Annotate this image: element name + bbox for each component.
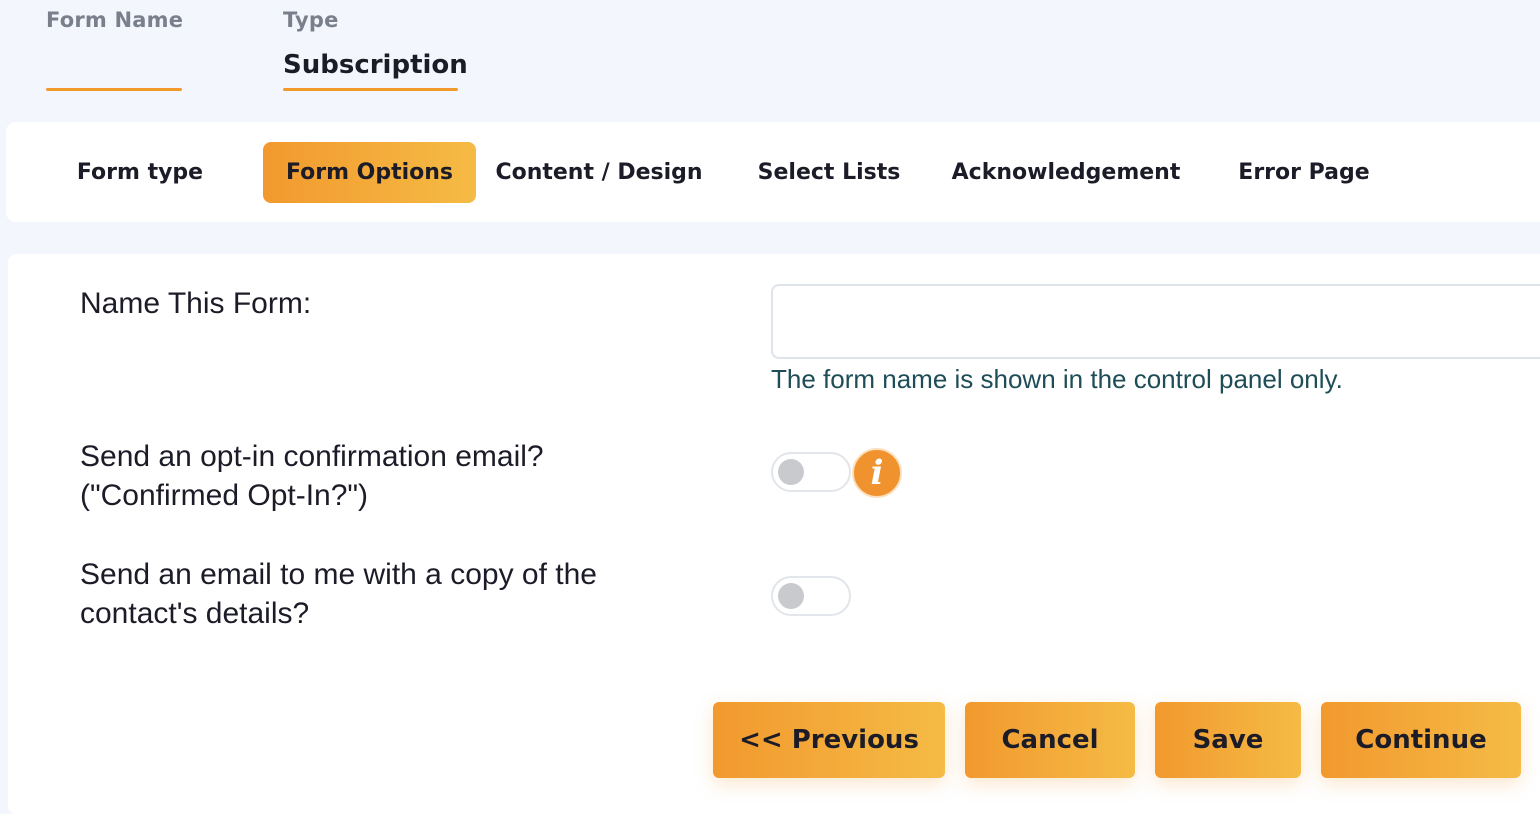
- tab-acknowledgement[interactable]: Acknowledgement: [946, 142, 1186, 203]
- form-header: Form Name Type Subscription: [0, 0, 1540, 110]
- form-options-panel: Name This Form: The form name is shown i…: [8, 254, 1540, 814]
- optin-label: Send an opt-in confirmation email? ("Con…: [80, 437, 544, 515]
- info-icon[interactable]: i: [852, 448, 902, 498]
- continue-button[interactable]: Continue: [1321, 702, 1521, 778]
- type-value: Subscription: [283, 50, 468, 80]
- copy-label: Send an email to me with a copy of the c…: [80, 555, 597, 633]
- tab-content-design[interactable]: Content / Design: [486, 142, 712, 203]
- form-name-field[interactable]: Form Name: [46, 8, 184, 91]
- cancel-button[interactable]: Cancel: [965, 702, 1135, 778]
- optin-label-line1: Send an opt-in confirmation email?: [80, 440, 544, 473]
- form-name-label: Form Name: [46, 8, 184, 32]
- optin-label-line2: ("Confirmed Opt-In?"): [80, 479, 369, 512]
- name-form-label: Name This Form:: [80, 287, 312, 320]
- copy-label-line1: Send an email to me with a copy of the: [80, 558, 597, 591]
- tab-error-page[interactable]: Error Page: [1228, 142, 1380, 203]
- optin-toggle[interactable]: [771, 452, 851, 492]
- type-label: Type: [283, 8, 339, 32]
- previous-button[interactable]: << Previous: [713, 702, 945, 778]
- wizard-tabs: Form type Form Options Content / Design …: [6, 122, 1540, 222]
- optin-toggle-knob: [778, 459, 804, 485]
- form-name-underline: [46, 88, 182, 91]
- copy-toggle-knob: [778, 583, 804, 609]
- copy-label-line2: contact's details?: [80, 597, 310, 630]
- form-name-input[interactable]: [771, 284, 1540, 359]
- form-name-hint: The form name is shown in the control pa…: [771, 364, 1343, 394]
- tab-form-options[interactable]: Form Options: [263, 142, 476, 203]
- type-underline: [283, 88, 458, 91]
- type-field: Type Subscription: [283, 8, 468, 91]
- save-button[interactable]: Save: [1155, 702, 1301, 778]
- tab-form-type[interactable]: Form type: [58, 142, 222, 203]
- tab-select-lists[interactable]: Select Lists: [750, 142, 908, 203]
- copy-toggle[interactable]: [771, 576, 851, 616]
